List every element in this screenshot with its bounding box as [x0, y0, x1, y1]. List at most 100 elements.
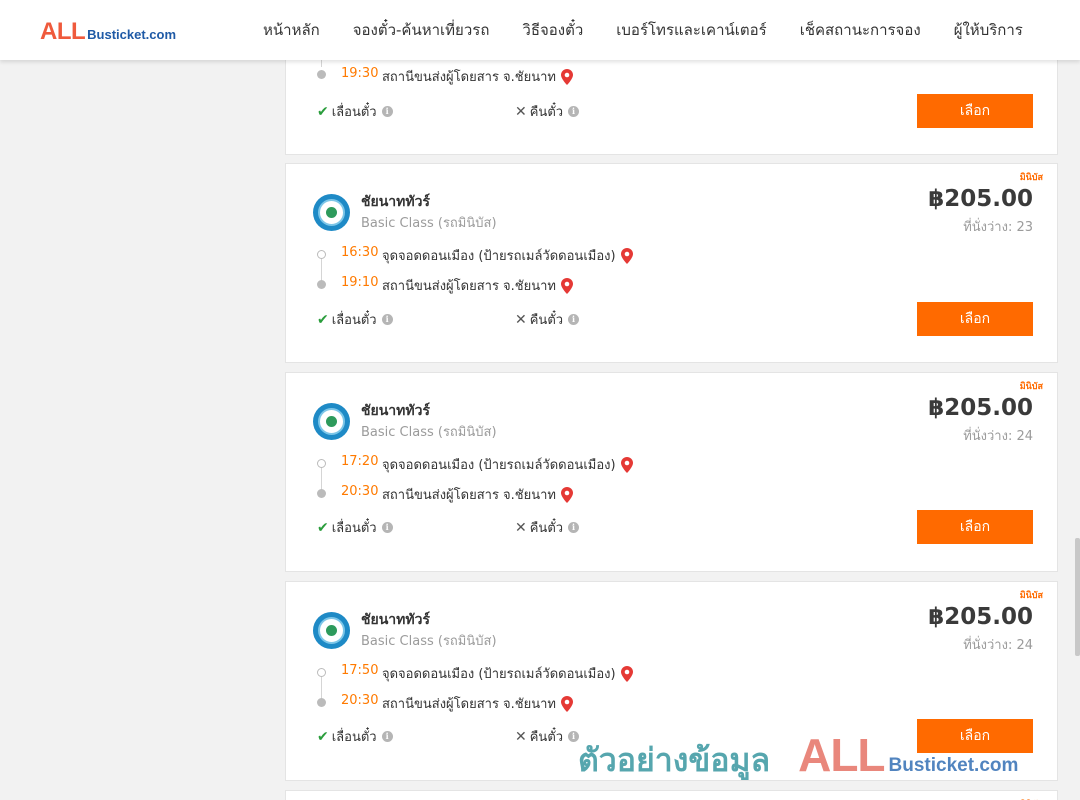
operator-name: ชัยนาททัวร์	[361, 612, 430, 628]
info-icon[interactable]: i	[568, 106, 580, 117]
nav-check-status[interactable]: เช็คสถานะการจอง	[800, 18, 921, 42]
map-pin-icon[interactable]	[620, 665, 633, 682]
arrive-place: สถานีขนส่งผู้โดยสาร จ.ชัยนาท	[382, 693, 574, 714]
arrive-place-text: สถานีขนส่งผู้โดยสาร จ.ชัยนาท	[382, 279, 557, 294]
select-button[interactable]: เลือก	[917, 94, 1033, 128]
top-header: ALL Busticket.com หน้าหลัก จองตั๋ว-ค้นหา…	[0, 0, 1080, 60]
map-pin-icon[interactable]	[561, 68, 574, 85]
arrive-dot	[317, 698, 326, 707]
cross-icon: ✕	[515, 311, 527, 328]
info-icon[interactable]: i	[568, 314, 580, 325]
logo-busticket-text: Busticket.com	[87, 27, 177, 42]
scrollbar-thumb[interactable]	[1075, 538, 1080, 656]
map-pin-icon[interactable]	[620, 456, 633, 473]
info-icon[interactable]: i	[381, 314, 393, 325]
reschedule-label: เลื่อนตั๋ว	[331, 521, 377, 536]
select-button[interactable]: เลือก	[917, 510, 1033, 544]
reschedule-label: เลื่อนตั๋ว	[331, 105, 377, 120]
info-icon[interactable]: i	[381, 522, 393, 533]
depart-place-text: จุดจอดดอนเมือง (ป้ายรถเมล์วัดดอนเมือง)	[382, 249, 616, 264]
depart-time: 16:30	[341, 245, 379, 260]
select-button[interactable]: เลือก	[917, 719, 1033, 753]
depart-place-text: จุดจอดดอนเมือง (ป้ายรถเมล์วัดดอนเมือง)	[382, 458, 616, 473]
operator-logo	[313, 403, 350, 440]
map-pin-icon[interactable]	[561, 277, 574, 294]
check-icon: ✔	[317, 519, 329, 536]
trip-card: มินิบัส ชัยนาททัวร์ Basic Class (รถมินิบ…	[285, 163, 1058, 363]
refund-option: ✕ คืนตั๋ว i	[515, 517, 580, 538]
arrive-place: สถานีขนส่งผู้โดยสาร จ.ชัยนาท	[382, 275, 574, 296]
reschedule-option: ✔ เลื่อนตั๋ว i	[317, 101, 393, 122]
nav-phone-counters[interactable]: เบอร์โทรและเคาน์เตอร์	[616, 18, 766, 42]
info-icon[interactable]: i	[568, 731, 580, 742]
price: ฿205.00	[928, 604, 1033, 630]
arrive-place: สถานีขนส่งผู้โดยสาร จ.ชัยนาท	[382, 484, 574, 505]
trip-card: มินิบัส ชัยนาททัวร์ Basic Class (รถมินิบ…	[285, 581, 1058, 781]
check-icon: ✔	[317, 728, 329, 745]
check-icon: ✔	[317, 311, 329, 328]
cross-icon: ✕	[515, 519, 527, 536]
map-pin-icon[interactable]	[561, 695, 574, 712]
info-icon[interactable]: i	[381, 731, 393, 742]
arrive-dot	[317, 280, 326, 289]
arrive-place-text: สถานีขนส่งผู้โดยสาร จ.ชัยนาท	[382, 697, 557, 712]
price: ฿205.00	[928, 186, 1033, 212]
refund-option: ✕ คืนตั๋ว i	[515, 101, 580, 122]
main-nav: หน้าหลัก จองตั๋ว-ค้นหาเที่ยวรถ วิธีจองตั…	[263, 0, 1056, 60]
depart-time: 17:50	[341, 663, 379, 678]
nav-home[interactable]: หน้าหลัก	[263, 18, 320, 42]
cross-icon: ✕	[515, 728, 527, 745]
bus-class: Basic Class (รถมินิบัส)	[361, 216, 497, 231]
arrive-time: 20:30	[341, 693, 379, 708]
minibus-badge: มินิบัส	[1019, 382, 1043, 392]
seats-available: ที่นั่งว่าง: 24	[963, 638, 1033, 653]
nav-book-search[interactable]: จองตั๋ว-ค้นหาเที่ยวรถ	[353, 18, 490, 42]
arrive-time: 19:10	[341, 275, 379, 290]
map-pin-icon[interactable]	[561, 486, 574, 503]
depart-place: จุดจอดดอนเมือง (ป้ายรถเมล์วัดดอนเมือง)	[382, 245, 633, 266]
refund-option: ✕ คืนตั๋ว i	[515, 726, 580, 747]
refund-option: ✕ คืนตั๋ว i	[515, 309, 580, 330]
seats-available: ที่นั่งว่าง: 24	[963, 429, 1033, 444]
select-button[interactable]: เลือก	[917, 302, 1033, 336]
arrive-place-text: สถานีขนส่งผู้โดยสาร จ.ชัยนาท	[382, 70, 557, 85]
trip-card: มินิบัส ชัยนาททัวร์ Basic Class (รถมินิบ…	[285, 372, 1058, 572]
nav-operators[interactable]: ผู้ให้บริการ	[954, 18, 1023, 42]
info-icon[interactable]: i	[381, 106, 393, 117]
trip-card-partial: มินิบัส	[285, 790, 1058, 800]
refund-label: คืนตั๋ว	[529, 521, 564, 536]
reschedule-option: ✔ เลื่อนตั๋ว i	[317, 726, 393, 747]
operator-logo	[313, 612, 350, 649]
arrive-time: 20:30	[341, 484, 379, 499]
operator-name: ชัยนาททัวร์	[361, 403, 430, 419]
price: ฿205.00	[928, 395, 1033, 421]
arrive-place: สถานีขนส่งผู้โดยสาร จ.ชัยนาท	[382, 66, 574, 87]
operator-name: ชัยนาททัวร์	[361, 194, 430, 210]
refund-label: คืนตั๋ว	[529, 105, 564, 120]
info-icon[interactable]: i	[568, 522, 580, 533]
depart-dot	[317, 459, 326, 468]
site-logo[interactable]: ALL Busticket.com	[40, 18, 176, 46]
seats-available: ที่นั่งว่าง: 23	[963, 220, 1033, 235]
check-icon: ✔	[317, 103, 329, 120]
reschedule-option: ✔ เลื่อนตั๋ว i	[317, 309, 393, 330]
arrive-place-text: สถานีขนส่งผู้โดยสาร จ.ชัยนาท	[382, 488, 557, 503]
bus-class: Basic Class (รถมินิบัส)	[361, 634, 497, 649]
bus-class: Basic Class (รถมินิบัส)	[361, 425, 497, 440]
arrive-dot	[317, 70, 326, 79]
depart-dot	[317, 668, 326, 677]
map-pin-icon[interactable]	[620, 247, 633, 264]
depart-dot	[317, 250, 326, 259]
nav-how-to-book[interactable]: วิธีจองตั๋ว	[522, 18, 583, 42]
refund-label: คืนตั๋ว	[529, 313, 564, 328]
reschedule-label: เลื่อนตั๋ว	[331, 730, 377, 745]
refund-label: คืนตั๋ว	[529, 730, 564, 745]
depart-time: 17:20	[341, 454, 379, 469]
reschedule-option: ✔ เลื่อนตั๋ว i	[317, 517, 393, 538]
depart-place: จุดจอดดอนเมือง (ป้ายรถเมล์วัดดอนเมือง)	[382, 454, 633, 475]
logo-all-text: ALL	[40, 18, 86, 45]
depart-place: จุดจอดดอนเมือง (ป้ายรถเมล์วัดดอนเมือง)	[382, 663, 633, 684]
arrive-time: 19:30	[341, 66, 379, 81]
arrive-dot	[317, 489, 326, 498]
page-scrollbar[interactable]	[1072, 0, 1080, 800]
